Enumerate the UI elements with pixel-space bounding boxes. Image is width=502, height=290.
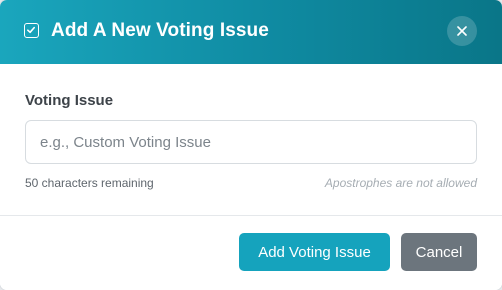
- checkbox-icon: [24, 23, 39, 38]
- voting-issue-label: Voting Issue: [25, 92, 114, 109]
- modal-header: Add A New Voting Issue: [0, 0, 502, 64]
- close-icon: [457, 26, 467, 36]
- modal-footer: Add Voting Issue Cancel: [0, 215, 502, 290]
- close-button[interactable]: [447, 16, 477, 46]
- voting-issue-input[interactable]: [25, 120, 477, 164]
- modal-title: Add A New Voting Issue: [51, 20, 269, 41]
- characters-remaining: 50 characters remaining: [25, 176, 154, 190]
- add-voting-issue-button[interactable]: Add Voting Issue: [239, 233, 390, 271]
- cancel-button[interactable]: Cancel: [401, 233, 477, 271]
- modal-body: Voting Issue 50 characters remaining Apo…: [0, 64, 502, 215]
- apostrophe-hint: Apostrophes are not allowed: [324, 176, 477, 190]
- add-voting-issue-modal: Add A New Voting Issue Voting Issue 50 c…: [0, 0, 502, 290]
